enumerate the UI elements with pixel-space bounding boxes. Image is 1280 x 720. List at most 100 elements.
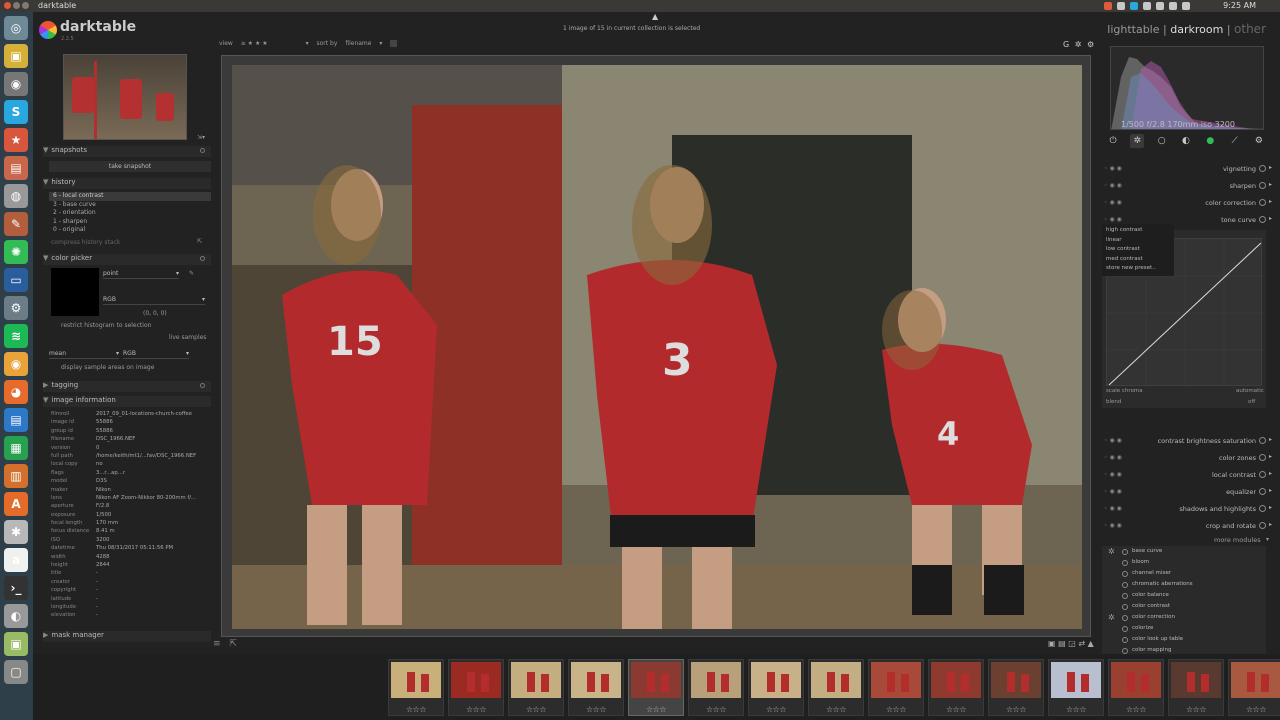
camera-icon[interactable]: ◉	[4, 72, 28, 96]
module-arrow-icon[interactable]: ▸	[1269, 181, 1272, 188]
close-icon[interactable]	[4, 2, 11, 9]
collapse-top-panel-icon[interactable]: ▲	[652, 12, 658, 21]
disc-icon[interactable]: ◐	[4, 604, 28, 628]
tone-group-icon[interactable]: ◐	[1179, 134, 1193, 148]
reset-icon[interactable]	[200, 383, 205, 388]
history-item[interactable]: 1 - sharpen	[49, 218, 211, 227]
star-icon[interactable]: ★	[4, 128, 28, 152]
thumbnail-stars[interactable]: ☆☆☆	[869, 705, 923, 714]
module-arrow-icon[interactable]: ▸	[1269, 436, 1272, 443]
module-local-contrast[interactable]: ◦ ◉ ◉ local contrast ▸	[1102, 468, 1272, 483]
system-tray[interactable]	[1099, 2, 1190, 12]
sort-dropdown-icon[interactable]: ▾	[379, 40, 382, 47]
terminal-icon[interactable]: ▭	[4, 268, 28, 292]
module-toggle-icons[interactable]: ◦ ◉ ◉	[1104, 454, 1122, 461]
expand-icon[interactable]: ⇱	[229, 639, 237, 649]
chrome-tray-icon[interactable]	[1104, 2, 1112, 10]
filmstrip-thumbnail[interactable]: ☆☆☆	[688, 659, 744, 716]
thumbnail-stars[interactable]: ☆☆☆	[1049, 705, 1103, 714]
amazon-icon[interactable]: a	[4, 548, 28, 572]
view-darkroom[interactable]: darkroom	[1170, 23, 1223, 36]
pencil-icon[interactable]: ✎	[4, 212, 28, 236]
module-arrow-icon[interactable]: ▸	[1269, 198, 1272, 205]
basic-group-icon[interactable]: ○	[1155, 134, 1169, 148]
module-toggle-icons[interactable]: ◦ ◉ ◉	[1104, 505, 1122, 512]
module-equalizer[interactable]: ◦ ◉ ◉ equalizer ▸	[1102, 485, 1272, 500]
snapshots-header[interactable]: ▼ snapshots	[43, 146, 211, 157]
tagging-header[interactable]: ▶ tagging	[43, 381, 211, 392]
picker-eyedropper-icon[interactable]: ✎	[189, 270, 194, 277]
module-toggle-icons[interactable]: ◦ ◉ ◉	[1104, 488, 1122, 495]
module-arrow-icon[interactable]: ▸	[1269, 453, 1272, 460]
disk-icon[interactable]: ◍	[4, 184, 28, 208]
module-list-item[interactable]: chromatic aberrations	[1102, 579, 1266, 590]
thumbnail-stars[interactable]: ☆☆☆	[989, 705, 1043, 714]
filmstrip-thumbnail[interactable]: ☆☆☆	[388, 659, 444, 716]
rating-filter[interactable]: ≥ ★ ★ ★	[241, 40, 268, 47]
preset-item[interactable]: med contrast	[1106, 255, 1170, 265]
module-arrow-icon[interactable]: ▸	[1269, 487, 1272, 494]
module-color-correction[interactable]: ◦ ◉ ◉ color correction ▸	[1102, 196, 1272, 211]
main-photo[interactable]: 15 3 4	[232, 65, 1082, 629]
module-toggle-icons[interactable]: ◦ ◉ ◉	[1104, 199, 1122, 206]
module-toggle-icons[interactable]: ◦ ◉ ◉	[1104, 522, 1122, 529]
impress-icon[interactable]: ▥	[4, 464, 28, 488]
reset-icon[interactable]	[200, 256, 205, 261]
trash-icon[interactable]: ▢	[4, 660, 28, 684]
module-arrow-icon[interactable]: ▸	[1269, 470, 1272, 477]
module-list-item[interactable]: colorize	[1102, 623, 1266, 634]
module-radio-icon[interactable]	[1122, 604, 1128, 610]
spotify-icon[interactable]: ≋	[4, 324, 28, 348]
rating-dropdown-icon[interactable]: ▾	[306, 40, 309, 47]
highlight-icon[interactable]: ⇄	[1078, 639, 1085, 648]
monitor-icon[interactable]: ▣	[4, 44, 28, 68]
network-icon[interactable]	[1117, 2, 1125, 10]
histogram[interactable]: 1/500 f/2.8 170mm iso 3200	[1110, 46, 1264, 130]
module-radio-icon[interactable]	[1122, 637, 1128, 643]
thumbnail-stars[interactable]: ☆☆☆	[509, 705, 563, 714]
zoom-indicator-icon[interactable]: ⇲▾	[197, 134, 205, 141]
module-toggle-icons[interactable]: ◦ ◉ ◉	[1104, 471, 1122, 478]
color-group-icon[interactable]: ●	[1203, 134, 1217, 148]
stat-model-select[interactable]: RGB ▾	[123, 350, 189, 359]
view-other[interactable]: other	[1234, 22, 1266, 36]
blend-select[interactable]: off	[1248, 399, 1255, 405]
history-item[interactable]: 3 - base curve	[49, 201, 211, 210]
star-icon[interactable]: ✲	[1108, 612, 1115, 623]
restrict-histogram-checkbox[interactable]: restrict histogram to selection	[61, 322, 151, 329]
effect-group-icon[interactable]: ⚙	[1252, 134, 1266, 148]
module-list-item[interactable]: color look up table	[1102, 634, 1266, 645]
menu-icon[interactable]: ≡	[213, 639, 221, 649]
module-contrast-brightness-saturation[interactable]: ◦ ◉ ◉ contrast brightness saturation ▸	[1102, 434, 1272, 449]
module-arrow-icon[interactable]: ▸	[1269, 164, 1272, 171]
calc-icon[interactable]: ▦	[4, 436, 28, 460]
filmstrip-thumbnail[interactable]: ☆☆☆	[748, 659, 804, 716]
history-header[interactable]: ▼ history	[43, 178, 211, 189]
writer-icon[interactable]: ▤	[4, 408, 28, 432]
correct-group-icon[interactable]: ⟋	[1228, 134, 1242, 148]
display-sample-areas-checkbox[interactable]: display sample areas on image	[61, 364, 154, 371]
filmstrip-thumbnail[interactable]: ☆☆☆	[628, 659, 684, 716]
filmstrip-thumbnail[interactable]: ☆☆☆	[868, 659, 924, 716]
module-radio-icon[interactable]	[1122, 560, 1128, 566]
favorites-star-icon[interactable]: ✲	[1130, 134, 1145, 148]
firefox-icon[interactable]: ◕	[4, 380, 28, 404]
file-roller-icon[interactable]: ▣	[4, 632, 28, 656]
reset-icon[interactable]	[200, 148, 205, 153]
module-radio-icon[interactable]	[1122, 593, 1128, 599]
gamut-icon[interactable]: ◲	[1068, 639, 1076, 648]
module-shadows-and-highlights[interactable]: ◦ ◉ ◉ shadows and highlights ▸	[1102, 502, 1272, 517]
star-icon[interactable]: ✲	[1108, 546, 1115, 557]
module-radio-icon[interactable]	[1122, 626, 1128, 632]
thumbnail-stars[interactable]: ☆☆☆	[449, 705, 503, 714]
module-color-zones[interactable]: ◦ ◉ ◉ color zones ▸	[1102, 451, 1272, 466]
module-arrow-icon[interactable]: ▸	[1269, 504, 1272, 511]
compress-history-button[interactable]: compress history stack	[51, 239, 120, 246]
stat-select[interactable]: mean ▾	[49, 350, 119, 359]
thumbnail-stars[interactable]: ☆☆☆	[629, 705, 683, 714]
bluetooth-icon[interactable]	[1156, 2, 1164, 10]
filmstrip-thumbnail[interactable]: ☆☆☆	[1228, 659, 1280, 716]
grouping-icon[interactable]: G	[1063, 40, 1069, 49]
preset-item[interactable]: low contrast	[1106, 245, 1170, 255]
module-radio-icon[interactable]	[1122, 571, 1128, 577]
